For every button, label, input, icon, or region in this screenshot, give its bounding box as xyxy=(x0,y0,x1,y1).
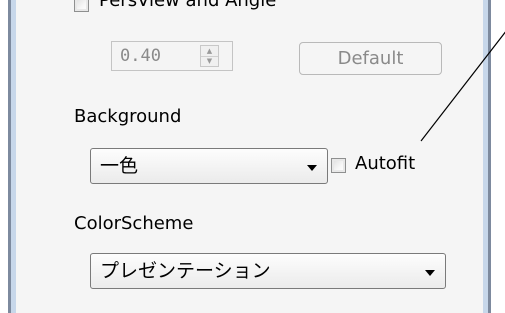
angle-spinbox[interactable]: 0.40 ▲ ▼ xyxy=(111,41,233,71)
background-label: Background xyxy=(74,106,182,127)
chevron-down-icon[interactable]: ▼ xyxy=(201,56,218,66)
colorscheme-dropdown-value: プレゼンテーション xyxy=(100,260,271,282)
colorscheme-label: ColorScheme xyxy=(74,213,194,234)
default-button[interactable]: Default xyxy=(299,42,442,75)
angle-spin-buttons[interactable]: ▲ ▼ xyxy=(200,45,219,67)
autofit-checkbox[interactable] xyxy=(331,158,346,173)
chevron-down-icon xyxy=(307,165,317,171)
autofit-label: Autofit xyxy=(355,153,416,174)
background-dropdown[interactable]: 一色 xyxy=(90,148,328,184)
colorscheme-dropdown[interactable]: プレゼンテーション xyxy=(90,253,446,289)
persview-checkbox-label: PersView and Angle xyxy=(99,0,277,11)
window-frame-right xyxy=(488,0,491,313)
persview-checkbox[interactable] xyxy=(74,0,89,12)
angle-spinbox-value: 0.40 xyxy=(120,46,161,66)
background-dropdown-value: 一色 xyxy=(100,155,139,177)
chevron-down-icon xyxy=(425,270,435,276)
settings-panel: PersView and Angle 0.40 ▲ ▼ Default Back… xyxy=(16,0,483,313)
